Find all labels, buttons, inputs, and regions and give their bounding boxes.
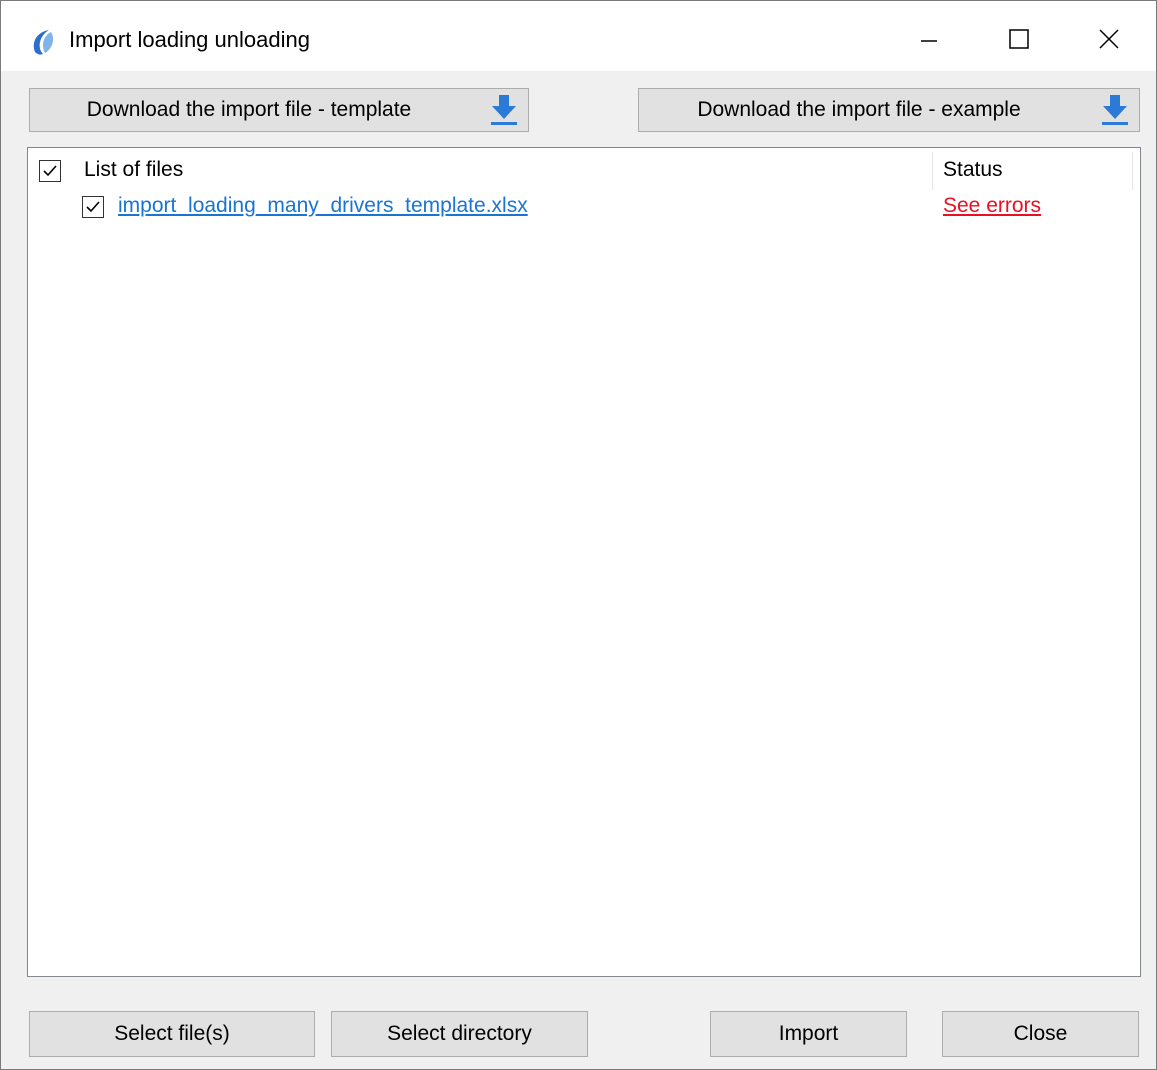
close-window-button[interactable]: [1079, 15, 1139, 63]
download-template-button[interactable]: Download the import file - template: [29, 88, 529, 132]
download-icon: [1102, 95, 1128, 125]
file-list-header: List of files Status: [28, 148, 1140, 190]
close-icon: [1099, 29, 1119, 49]
import-dialog: Import loading unloading Download the im…: [0, 0, 1157, 1070]
column-header-status[interactable]: Status: [943, 158, 1003, 182]
select-files-button[interactable]: Select file(s): [29, 1011, 315, 1057]
download-template-label: Download the import file - template: [86, 98, 412, 121]
file-checkbox[interactable]: [82, 196, 104, 218]
window-title: Import loading unloading: [69, 27, 310, 52]
select-all-checkbox[interactable]: [39, 160, 61, 182]
select-directory-button[interactable]: Select directory: [331, 1011, 588, 1057]
column-divider: [1132, 152, 1133, 190]
file-name-link[interactable]: import_loading_many_drivers_template.xls…: [118, 194, 528, 218]
import-button[interactable]: Import: [710, 1011, 907, 1057]
download-example-button[interactable]: Download the import file - example: [638, 88, 1140, 132]
close-button[interactable]: Close: [942, 1011, 1139, 1057]
download-example-label: Download the import file - example: [697, 98, 1021, 121]
file-list[interactable]: List of files Status import_loading_many…: [27, 147, 1141, 977]
app-logo-icon: [33, 30, 54, 55]
minimize-icon: [921, 40, 937, 42]
checkmark-icon: [86, 201, 100, 213]
title-bar: Import loading unloading: [1, 1, 1156, 71]
download-icon: [491, 95, 517, 125]
minimize-button[interactable]: [899, 15, 959, 63]
column-header-files[interactable]: List of files: [84, 158, 183, 182]
column-divider: [932, 152, 933, 190]
maximize-icon: [1009, 29, 1029, 49]
see-errors-link[interactable]: See errors: [943, 194, 1041, 218]
checkmark-icon: [43, 165, 57, 177]
maximize-button[interactable]: [989, 15, 1049, 63]
